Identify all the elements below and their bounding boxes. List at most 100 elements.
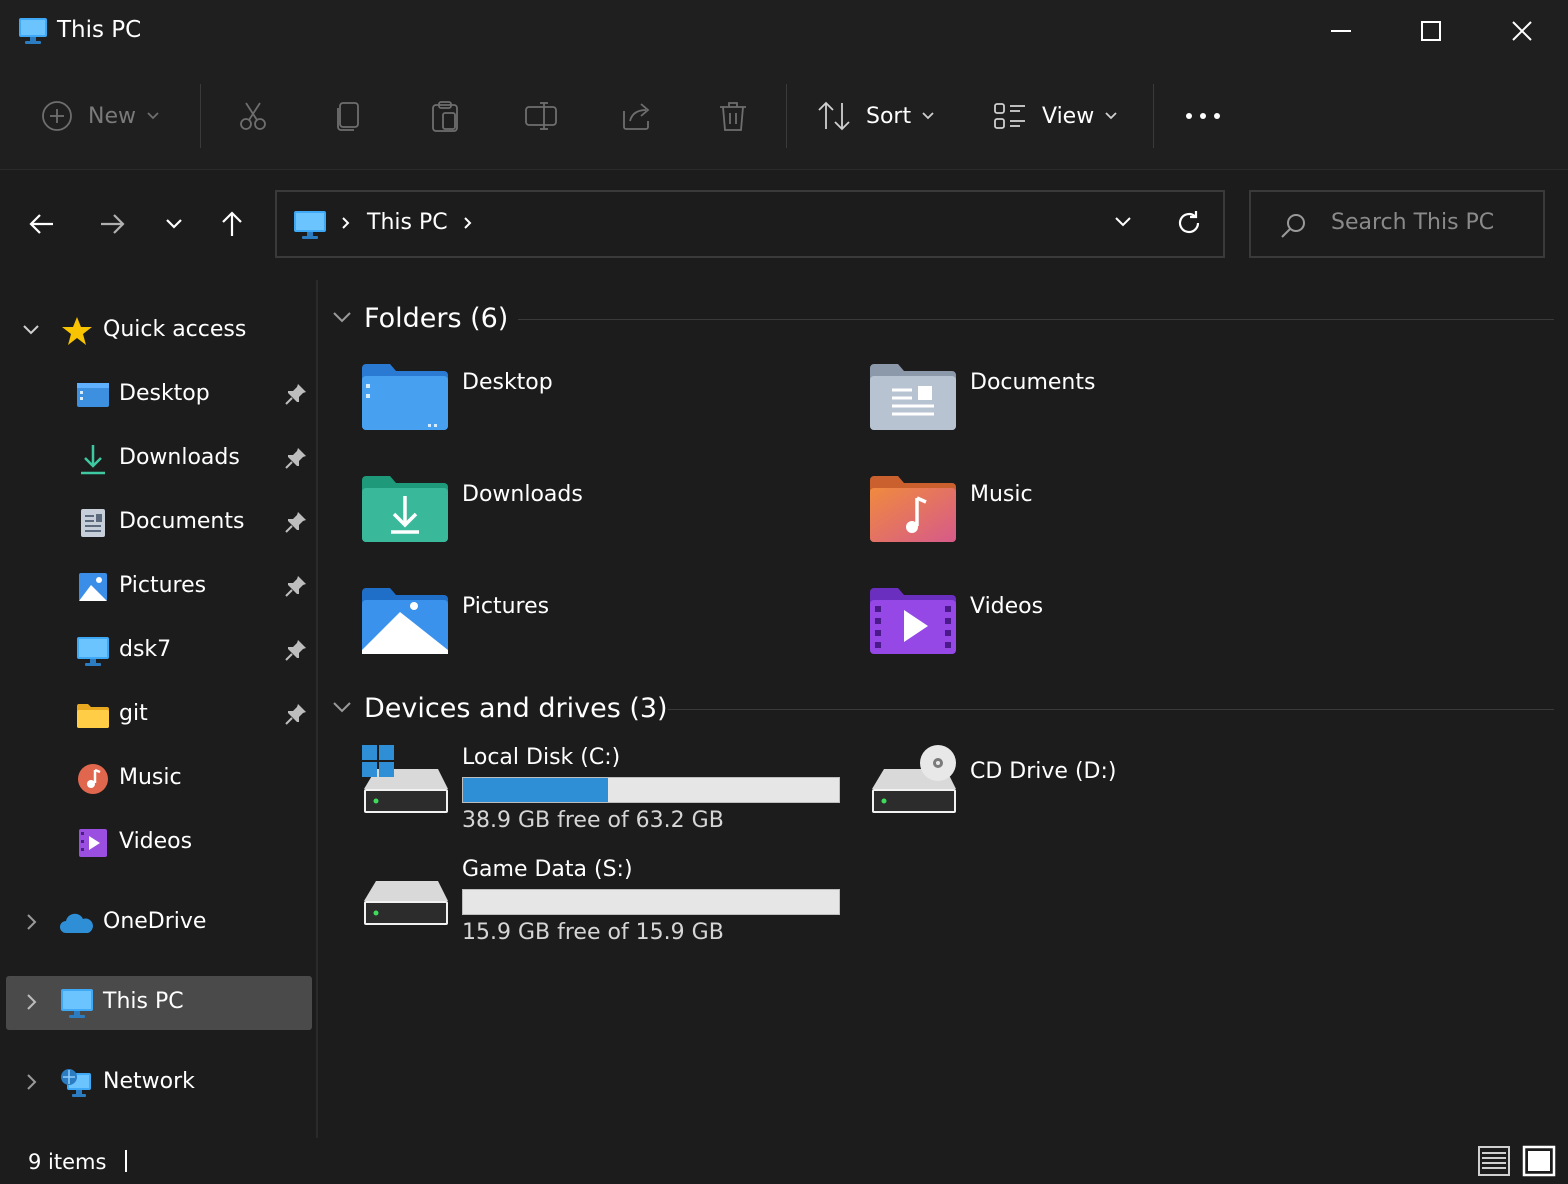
sidebar-item-music[interactable]: Music xyxy=(6,752,312,806)
sidebar-item-desktop[interactable]: Desktop xyxy=(6,368,312,422)
sidebar-item-git[interactable]: git xyxy=(6,688,312,742)
sidebar-item-dsk7[interactable]: dsk7 xyxy=(6,624,312,678)
delete-button[interactable] xyxy=(716,62,750,170)
pin-icon xyxy=(285,384,306,405)
sidebar-item-downloads[interactable]: Downloads xyxy=(6,432,312,486)
windows-drive-icon xyxy=(362,745,448,813)
pin-icon xyxy=(285,640,306,661)
folders-group-title: Folders (6) xyxy=(364,302,509,334)
folders-group-header[interactable]: Folders (6) xyxy=(332,298,508,338)
trash-icon xyxy=(720,102,746,131)
arrow-up-icon xyxy=(222,211,242,236)
sidebar-item-network[interactable]: Network xyxy=(6,1056,312,1110)
pin-icon xyxy=(285,704,306,725)
sort-button[interactable]: Sort xyxy=(816,62,935,170)
paste-button[interactable] xyxy=(428,62,462,170)
address-bar[interactable]: This PC xyxy=(275,190,1225,258)
rename-button[interactable] xyxy=(524,62,558,170)
chevron-right-icon[interactable] xyxy=(20,911,42,933)
this-pc-icon xyxy=(19,18,47,44)
desktop-icon xyxy=(77,383,109,407)
pictures-icon xyxy=(79,573,107,601)
folder-documents[interactable]: Documents xyxy=(870,362,1350,462)
sort-label: Sort xyxy=(866,103,912,129)
drive-local-disk-c[interactable]: Local Disk (C:) 38.9 GB free of 63.2 GB xyxy=(362,745,842,845)
chevron-right-icon[interactable] xyxy=(20,991,42,1013)
rename-icon xyxy=(525,102,557,130)
more-options-button[interactable] xyxy=(1184,62,1222,170)
downloads-folder-icon xyxy=(362,476,448,542)
cut-button[interactable] xyxy=(236,62,270,170)
arrow-right-icon xyxy=(101,214,125,234)
new-button[interactable]: New xyxy=(40,62,160,170)
devices-group-title: Devices and drives (3) xyxy=(364,692,668,724)
hard-drive-icon xyxy=(364,881,448,925)
folder-downloads[interactable]: Downloads xyxy=(362,474,842,574)
forward-button[interactable] xyxy=(92,193,132,255)
sidebar-item-label: git xyxy=(119,701,148,726)
folder-pictures[interactable]: Pictures xyxy=(362,586,842,686)
maximize-icon xyxy=(1421,21,1441,41)
folder-name: Downloads xyxy=(462,482,583,507)
sidebar-item-this-pc[interactable]: This PC xyxy=(6,976,312,1030)
sidebar-item-documents[interactable]: Documents xyxy=(6,496,312,550)
drive-cd-d[interactable]: CD Drive (D:) xyxy=(870,745,1350,845)
maximize-button[interactable] xyxy=(1385,0,1477,62)
plus-circle-icon xyxy=(42,101,72,131)
monitor-icon xyxy=(77,637,109,666)
folder-desktop[interactable]: Desktop xyxy=(362,362,842,462)
share-button[interactable] xyxy=(620,62,654,170)
folder-name: Music xyxy=(970,482,1033,507)
close-button[interactable] xyxy=(1476,0,1568,62)
address-dropdown-icon[interactable] xyxy=(1113,214,1133,230)
sidebar-item-onedrive[interactable]: OneDrive xyxy=(6,896,312,950)
sidebar-item-pictures[interactable]: Pictures xyxy=(6,560,312,614)
recent-locations-button[interactable] xyxy=(154,193,194,255)
tiles-view-icon[interactable] xyxy=(1522,1144,1556,1178)
content-pane: Folders (6) Desktop Documents Downloads … xyxy=(320,280,1568,1138)
up-button[interactable] xyxy=(212,193,252,255)
pictures-folder-icon xyxy=(362,588,448,654)
command-bar: New Sort View xyxy=(0,62,1568,170)
folder-name: Documents xyxy=(970,370,1096,395)
details-view-icon[interactable] xyxy=(1477,1144,1511,1178)
view-label: View xyxy=(1042,103,1095,129)
folder-videos[interactable]: Videos xyxy=(870,586,1350,686)
sidebar-item-label: Quick access xyxy=(103,317,247,342)
chevron-down-icon xyxy=(166,219,182,229)
title-bar: This PC xyxy=(0,0,1568,62)
breadcrumb-this-pc[interactable]: This PC xyxy=(367,210,448,235)
devices-group-header[interactable]: Devices and drives (3) xyxy=(332,688,668,728)
copy-button[interactable] xyxy=(332,62,366,170)
music-folder-icon xyxy=(870,476,956,542)
videos-folder-icon xyxy=(870,588,956,654)
navigation-pane: Quick access Desktop Downloads Documents… xyxy=(0,280,318,1138)
sidebar-item-label: Network xyxy=(103,1069,195,1094)
chevron-down-icon xyxy=(1105,112,1117,120)
close-icon xyxy=(1512,21,1532,41)
downloads-icon xyxy=(81,445,105,475)
minimize-button[interactable] xyxy=(1295,0,1387,62)
folder-name: Videos xyxy=(970,594,1044,619)
chevron-down-icon[interactable] xyxy=(20,319,42,341)
chevron-down-icon xyxy=(147,112,159,120)
more-icon xyxy=(1186,113,1220,119)
view-button[interactable]: View xyxy=(992,62,1118,170)
search-input[interactable]: Search This PC xyxy=(1249,190,1545,258)
documents-icon xyxy=(81,509,105,537)
drive-game-data-s[interactable]: Game Data (S:) 15.9 GB free of 15.9 GB xyxy=(362,857,842,957)
network-icon xyxy=(61,1069,91,1097)
breadcrumb-chevron-icon[interactable] xyxy=(339,212,353,234)
refresh-icon[interactable] xyxy=(1175,209,1203,237)
sidebar-item-label: This PC xyxy=(103,989,184,1014)
drive-name: Game Data (S:) xyxy=(462,857,633,882)
sidebar-item-quick-access[interactable]: Quick access xyxy=(6,304,312,358)
breadcrumb-chevron-icon[interactable] xyxy=(461,212,475,234)
navigation-bar: This PC Search This PC xyxy=(0,171,1568,279)
sidebar-item-videos[interactable]: Videos xyxy=(6,816,312,870)
chevron-right-icon[interactable] xyxy=(20,1071,42,1093)
this-pc-icon xyxy=(294,211,326,239)
back-button[interactable] xyxy=(22,193,62,255)
folder-music[interactable]: Music xyxy=(870,474,1350,574)
sidebar-item-label: Music xyxy=(119,765,182,790)
